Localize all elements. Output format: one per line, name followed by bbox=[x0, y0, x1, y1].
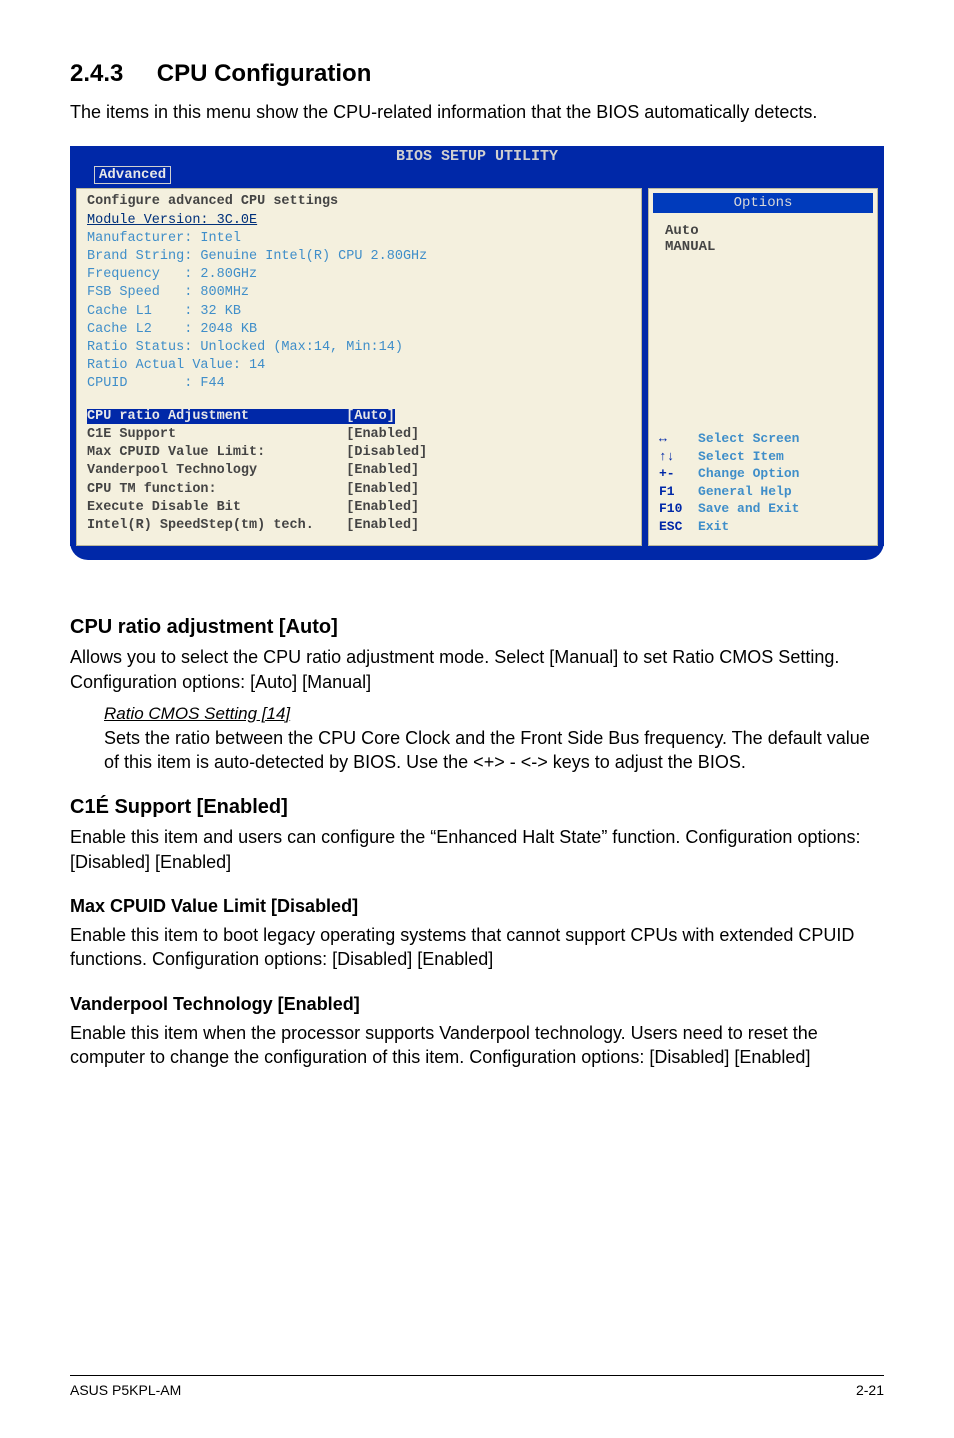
body-cpu-ratio: Allows you to select the CPU ratio adjus… bbox=[70, 645, 884, 694]
bios-options-header: Options bbox=[653, 193, 873, 213]
subbody-ratio-cmos: Sets the ratio between the CPU Core Cloc… bbox=[104, 726, 884, 775]
subheading-ratio-cmos: Ratio CMOS Setting [14] bbox=[104, 704, 884, 724]
bios-left-panel: Configure advanced CPU settings Module V… bbox=[76, 188, 642, 546]
section-intro: The items in this menu show the CPU-rela… bbox=[70, 100, 884, 124]
heading-cpu-ratio: CPU ratio adjustment [Auto] bbox=[70, 616, 884, 639]
bios-title: BIOS SETUP UTILITY bbox=[70, 146, 884, 165]
body-max-cpuid: Enable this item to boot legacy operatin… bbox=[70, 923, 884, 972]
bios-screenshot: BIOS SETUP UTILITY Advanced Configure ad… bbox=[70, 146, 884, 560]
heading-c1e: C1É Support [Enabled] bbox=[70, 796, 884, 819]
bios-cpu-info: Manufacturer: Intel Brand String: Genuin… bbox=[87, 230, 631, 394]
page-footer: ASUS P5KPL-AM 2-21 bbox=[70, 1375, 884, 1398]
bios-options-list: AutoMANUAL bbox=[649, 213, 877, 255]
footer-product: ASUS P5KPL-AM bbox=[70, 1382, 181, 1398]
bios-settings-list: CPU ratio Adjustment [Auto] C1E Support … bbox=[87, 408, 631, 536]
bios-module-version: Module Version: 3C.0E bbox=[87, 212, 631, 230]
bios-help-legend: ↔ Select Screen ↑↓ Select Item +- Change… bbox=[649, 420, 877, 545]
heading-vanderpool: Vanderpool Technology [Enabled] bbox=[70, 994, 884, 1015]
bios-tab-advanced[interactable]: Advanced bbox=[94, 166, 171, 184]
heading-max-cpuid: Max CPUID Value Limit [Disabled] bbox=[70, 896, 884, 917]
bios-option[interactable]: MANUAL bbox=[665, 239, 867, 255]
bios-option[interactable]: Auto bbox=[665, 223, 867, 239]
body-c1e: Enable this item and users can configure… bbox=[70, 825, 884, 874]
section-number: 2.4.3 bbox=[70, 60, 123, 87]
body-vanderpool: Enable this item when the processor supp… bbox=[70, 1021, 884, 1070]
section-title: CPU Configuration bbox=[157, 60, 372, 87]
bios-config-header: Configure advanced CPU settings bbox=[87, 193, 631, 211]
section-heading: 2.4.3 CPU Configuration bbox=[70, 60, 884, 88]
footer-page-number: 2-21 bbox=[856, 1382, 884, 1398]
bios-right-panel: Options AutoMANUAL ↔ Select Screen ↑↓ Se… bbox=[648, 188, 878, 546]
